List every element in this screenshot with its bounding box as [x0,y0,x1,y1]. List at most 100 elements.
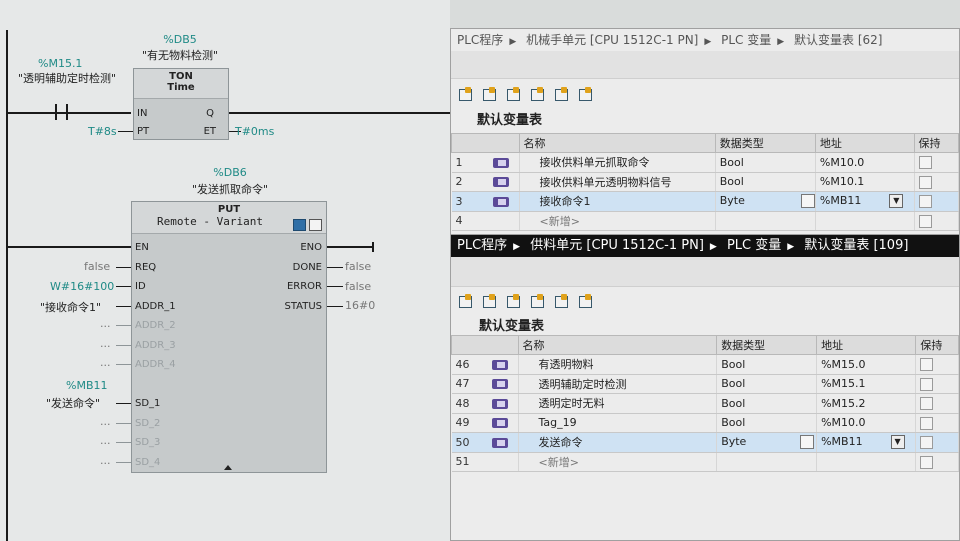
error-value: false [345,280,372,293]
crumb-robot-unit[interactable]: 机械手单元 [CPU 1512C-1 PN] [526,29,698,51]
col-name[interactable]: 名称 [518,133,716,153]
filter-icon[interactable] [577,294,593,308]
table-row[interactable]: 1 接收供料单元抓取命令 Bool %M10.0 [451,152,960,173]
retain-checkbox[interactable] [920,436,934,449]
insert-row-icon[interactable] [481,294,497,308]
tag-address[interactable]: %M15.2 [816,393,917,414]
tag-name[interactable]: Tag_19 [518,413,718,433]
contact-left[interactable] [55,104,57,120]
table-row[interactable]: 3 接收命令1 Byte %MB11 ▼ [451,191,960,212]
mb11-name: "发送命令" [46,397,101,410]
tag-address[interactable]: %M15.0 [816,354,917,375]
tag-name[interactable]: 接收命令1 [519,191,716,212]
col-name[interactable]: 名称 [517,335,718,355]
crumb-plc-tags[interactable]: PLC 变量 [721,29,771,51]
tag-icon [491,379,508,390]
col-addr[interactable]: 地址 [814,133,915,153]
retain-checkbox[interactable] [920,397,934,410]
table-row[interactable]: 46 有透明物料 Bool %M15.0 [451,354,959,375]
address-dropdown-button[interactable]: ▼ [890,435,905,450]
table-row[interactable]: 2 接收供料单元透明物料信号 Bool %M10.1 [451,172,960,192]
export-icon[interactable] [505,294,521,308]
contact-right[interactable] [66,104,68,120]
tag-address[interactable]: %M10.1 [815,172,915,192]
table-row[interactable]: 48 透明定时无料 Bool %M15.2 [451,393,959,414]
tag-address[interactable]: %M10.0 [815,152,915,173]
import-icon[interactable] [529,87,545,101]
tag-type[interactable]: Bool [715,152,816,173]
tag-address[interactable]: %M15.1 [816,374,917,394]
put-config-icon[interactable] [293,219,306,231]
toolbar-robot [451,83,593,105]
tag-type[interactable]: Bool [716,413,818,433]
tag-name[interactable]: 有透明物料 [518,354,718,375]
import-icon[interactable] [529,294,545,308]
monitor-icon[interactable] [553,294,569,308]
crumb-feeding-unit[interactable]: 供料单元 [CPU 1512C-1 PN] [530,235,704,257]
col-addr[interactable]: 地址 [816,335,917,355]
crumb-plc-program[interactable]: PLC程序 [457,235,507,257]
tag-type[interactable]: Bool [716,374,818,394]
col-type[interactable]: 数据类型 [714,133,816,153]
retain-checkbox[interactable] [920,416,934,430]
tag-name[interactable]: 透明定时无料 [518,393,718,414]
retain-checkbox[interactable] [920,455,934,469]
datatype-picker-button[interactable] [800,435,815,450]
tag-icon [492,177,509,188]
put-expand-arrow[interactable] [224,465,232,470]
add-tag-icon[interactable] [457,294,473,308]
table-row[interactable]: 51 <新增> [451,452,959,472]
table-row[interactable]: 49 Tag_19 Bool %M10.0 [451,413,959,433]
sd2-tick [116,423,131,424]
add-new-row[interactable]: <新增> [519,211,716,231]
row-number: 48 [455,396,470,410]
tag-name[interactable]: 发送命令 [518,432,718,453]
ton-block[interactable]: TON Time IN PT Q ET [133,68,229,140]
crumb-default-table[interactable]: 默认变量表 [62] [794,29,882,51]
tag-type[interactable]: Bool [716,354,818,375]
table-row[interactable]: 50 发送命令 Byte %MB11 ▼ [451,432,959,453]
filter-icon[interactable] [577,87,593,101]
crumb-plc-program[interactable]: PLC程序 [457,29,503,51]
status-tick [327,306,343,307]
add-new-row[interactable]: <新增> [518,452,718,472]
retain-checkbox[interactable] [918,175,932,189]
tag-address[interactable]: %M10.0 [816,413,917,433]
tag-type[interactable]: Bool [715,172,816,192]
insert-row-icon[interactable] [481,87,497,101]
ton-pin-q: Q [206,108,214,119]
sd4-value: ... [100,454,111,467]
address-dropdown-button[interactable]: ▼ [889,194,904,209]
tag-address[interactable]: %MB11 [821,435,863,448]
tag-type[interactable]: Byte [720,194,745,207]
tag-name[interactable]: 接收供料单元抓取命令 [519,152,716,173]
sd3-value: ... [100,434,111,447]
retain-checkbox[interactable] [918,195,932,208]
tag-name[interactable]: 接收供料单元透明物料信号 [519,172,716,192]
datatype-picker-button[interactable] [800,194,815,209]
retain-checkbox[interactable] [918,156,932,169]
add-tag-icon[interactable] [457,87,473,101]
tag-type[interactable]: Bool [716,393,818,414]
table-row[interactable]: 47 透明辅助定时检测 Bool %M15.1 [451,374,959,394]
tag-name[interactable]: 透明辅助定时检测 [518,374,718,394]
put-title: PUT [217,204,241,215]
col-type[interactable]: 数据类型 [716,335,818,355]
tag-type[interactable]: Byte [721,435,746,448]
col-retain[interactable]: 保持 [913,133,960,153]
ton-sub: Time [167,82,195,93]
put-help-icon[interactable] [309,219,322,231]
monitor-icon[interactable] [553,87,569,101]
crumb-default-table[interactable]: 默认变量表 [109] [804,235,908,257]
retain-checkbox[interactable] [920,377,934,391]
col-retain[interactable]: 保持 [915,335,959,355]
table-row[interactable]: 4 <新增> [451,211,960,231]
retain-checkbox[interactable] [920,358,934,371]
crumb-plc-tags[interactable]: PLC 变量 [727,235,781,257]
retain-checkbox[interactable] [918,214,932,228]
tag-icon [491,398,508,409]
tag-address[interactable]: %MB11 [820,194,862,207]
toolbar-spacer [451,257,959,287]
export-icon[interactable] [505,87,521,101]
put-block[interactable]: PUT Remote - Variant EN REQ ID ADDR_1 AD… [131,201,327,473]
